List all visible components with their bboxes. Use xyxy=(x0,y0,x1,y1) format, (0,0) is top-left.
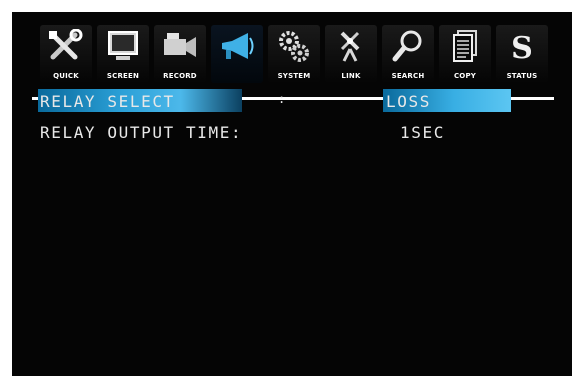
tab-copy[interactable]: COPY xyxy=(439,25,491,83)
magnifier-icon xyxy=(392,30,422,62)
menu-toolbar: QUICK SCREEN RECORD SYSTEM LINK SEARCH C… xyxy=(32,25,562,100)
tab-quick-label: QUICK xyxy=(53,72,79,80)
monitor-icon xyxy=(108,31,138,60)
status-s-icon: S xyxy=(511,31,533,63)
tab-status-label: STATUS xyxy=(506,72,538,80)
tab-status[interactable]: S STATUS xyxy=(496,25,548,83)
documents-icon xyxy=(453,30,477,62)
tab-record-label: RECORD xyxy=(163,72,197,80)
tab-search-label: SEARCH xyxy=(391,72,425,80)
tab-link-label: LINK xyxy=(341,72,361,80)
relay-select-value[interactable]: LOSS xyxy=(386,92,431,111)
relay-select-separator: : xyxy=(278,92,287,106)
tab-alarm[interactable] xyxy=(211,25,263,83)
tab-screen[interactable]: SCREEN xyxy=(97,25,149,83)
tab-link[interactable]: LINK xyxy=(325,25,377,83)
camera-icon xyxy=(164,33,196,57)
svg-text:S: S xyxy=(511,31,533,63)
gears-icon xyxy=(279,31,309,62)
tab-quick[interactable]: QUICK xyxy=(40,25,92,83)
tab-system[interactable]: SYSTEM xyxy=(268,25,320,83)
tab-copy-label: COPY xyxy=(453,72,477,80)
antenna-icon xyxy=(340,31,360,62)
tab-search[interactable]: SEARCH xyxy=(382,25,434,83)
tab-record[interactable]: RECORD xyxy=(154,25,206,83)
relay-output-time-label: RELAY OUTPUT TIME: xyxy=(40,123,243,142)
relay-select-label: RELAY SELECT xyxy=(40,92,175,111)
tab-screen-label: SCREEN xyxy=(106,72,140,80)
dvr-screen: QUICK SCREEN RECORD SYSTEM LINK SEARCH C… xyxy=(12,12,572,376)
tab-system-label: SYSTEM xyxy=(277,72,311,80)
relay-output-time-value[interactable]: 1SEC xyxy=(400,123,445,142)
megaphone-icon xyxy=(222,33,254,59)
tools-icon xyxy=(49,29,83,60)
